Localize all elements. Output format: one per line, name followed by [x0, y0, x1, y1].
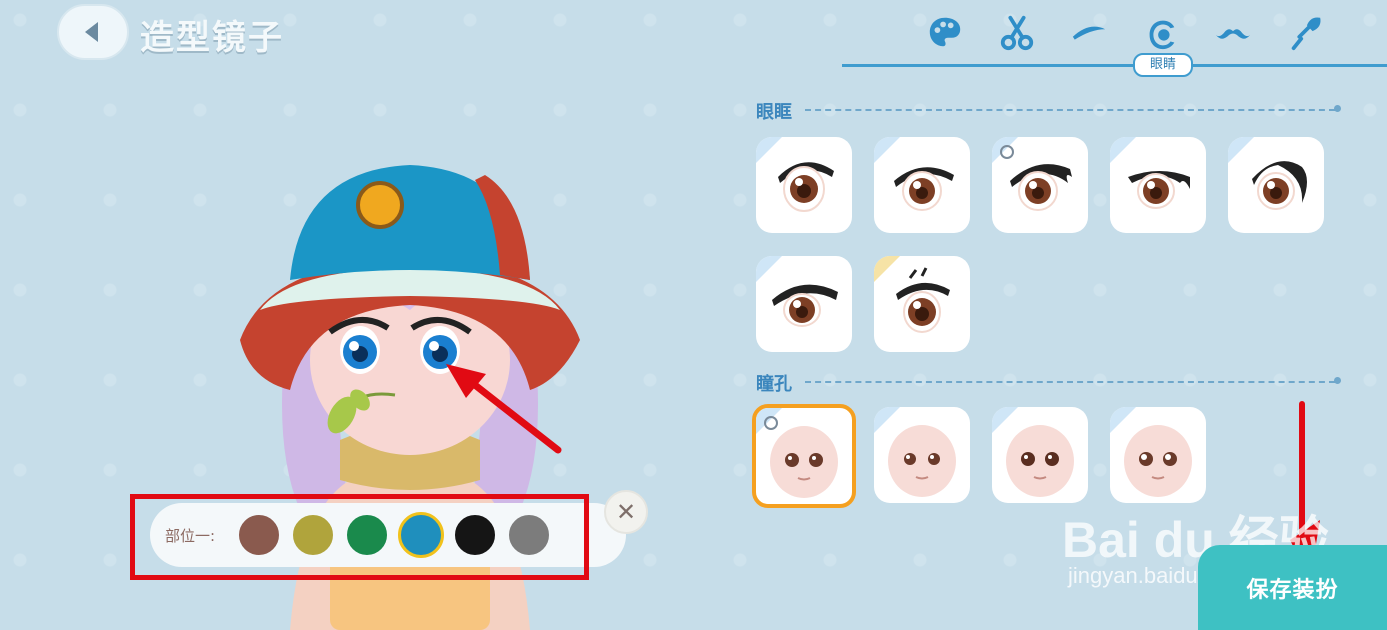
- eye-frame-option-2[interactable]: [874, 137, 970, 233]
- eye-frame-thumbnail: [778, 162, 834, 212]
- eye-frame-option-4[interactable]: [1110, 137, 1206, 233]
- section-divider-dot: [1334, 377, 1341, 384]
- eye-frame-option-1[interactable]: [756, 137, 852, 233]
- section-divider-dot: [1334, 105, 1341, 112]
- active-tab-label: 眼睛: [1133, 53, 1193, 77]
- face-thumbnail: [888, 425, 956, 497]
- pupil-option-4[interactable]: [1110, 407, 1206, 503]
- back-button[interactable]: [57, 4, 129, 60]
- tab-hair[interactable]: [992, 10, 1042, 56]
- eye-frame-thumbnail: [1128, 171, 1190, 209]
- eye-frame-thumbnail: [1252, 161, 1307, 210]
- pupil-option-2[interactable]: [874, 407, 970, 503]
- close-button[interactable]: ✕: [604, 490, 648, 534]
- save-outfit-button[interactable]: 保存装扮: [1198, 545, 1387, 630]
- face-thumbnail: [770, 426, 838, 498]
- annotation-highlight-box: [130, 494, 589, 580]
- tab-eyebrow[interactable]: [1064, 10, 1114, 56]
- pupil-option-1[interactable]: [752, 404, 856, 508]
- eye-frame-thumbnail: [1010, 164, 1072, 211]
- tab-underline: [842, 64, 1387, 67]
- mustache-icon: [1215, 29, 1251, 39]
- chevron-left-icon: [84, 22, 98, 42]
- section-title-pupil: 瞳孔: [756, 374, 792, 395]
- eyebrow-icon: [1072, 26, 1106, 40]
- eye-frame-option-6[interactable]: [756, 256, 852, 352]
- page-title: 造型镜子: [140, 18, 284, 58]
- eye-frame-option-5[interactable]: [1228, 137, 1324, 233]
- section-title-eye-frame: 眼眶: [756, 102, 792, 123]
- eye-frame-option-7[interactable]: [874, 256, 970, 352]
- annotation-arrow-eye: [446, 364, 562, 454]
- eye-icon: [1149, 20, 1175, 50]
- tab-mustache[interactable]: [1208, 10, 1258, 56]
- section-divider: [805, 109, 1335, 111]
- face-thumbnail: [1124, 425, 1192, 497]
- section-divider: [805, 381, 1335, 383]
- pupil-option-3[interactable]: [992, 407, 1088, 503]
- eye-frame-option-3[interactable]: [992, 137, 1088, 233]
- brush-icon: [1291, 17, 1321, 51]
- scissors-icon: [1000, 15, 1034, 51]
- close-icon: ✕: [615, 498, 637, 526]
- palette-icon: [929, 17, 961, 47]
- tab-makeup[interactable]: [920, 10, 970, 56]
- eye-frame-thumbnail: [772, 284, 838, 327]
- tab-eyes[interactable]: [1136, 10, 1186, 56]
- category-tabs: [920, 10, 1340, 70]
- face-thumbnail: [1006, 425, 1074, 497]
- tab-brush[interactable]: [1280, 10, 1330, 56]
- eye-frame-thumbnail: [896, 267, 950, 333]
- eye-frame-thumbnail: [894, 167, 954, 211]
